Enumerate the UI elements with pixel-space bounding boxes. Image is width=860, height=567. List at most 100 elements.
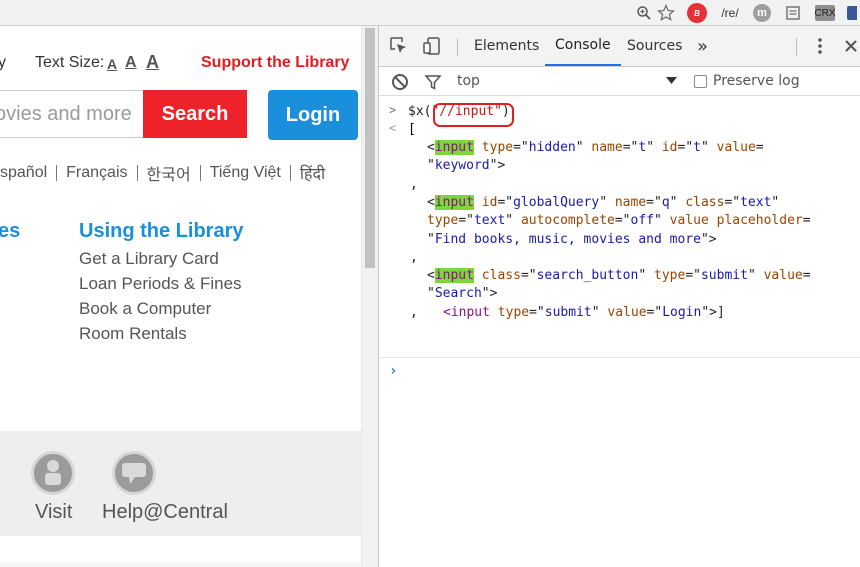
annotation-highlight xyxy=(433,103,514,127)
token-val: Search xyxy=(434,286,482,302)
token-attr: id xyxy=(473,194,498,210)
token-punct: " xyxy=(591,304,608,320)
result-node-0-line-1: "keyword"> xyxy=(427,157,505,175)
search-placeholder: ovies and more xyxy=(0,103,132,125)
token-punct: =" xyxy=(520,268,537,284)
link-book-computer[interactable]: Book a Computer xyxy=(79,299,211,319)
help-central-link[interactable]: Help@Central xyxy=(102,501,228,524)
more-tabs-icon[interactable]: » xyxy=(697,26,708,66)
section-heading-using-library[interactable]: Using the Library xyxy=(79,220,243,243)
token-val: search_button xyxy=(536,268,639,284)
device-toolbar-icon[interactable] xyxy=(422,36,442,56)
token-punct: < xyxy=(427,268,435,284)
token-val: submit xyxy=(700,268,748,284)
close-devtools-icon[interactable] xyxy=(843,36,859,56)
token-punct: " xyxy=(599,194,615,210)
divider xyxy=(289,165,291,181)
divider xyxy=(796,38,797,56)
search-input[interactable]: ovies and more xyxy=(0,90,143,138)
kebab-menu-icon[interactable] xyxy=(812,36,828,56)
result-node-1-line-2: "Find books, music, movies and more"> xyxy=(427,231,717,249)
extension-icon-m[interactable]: m xyxy=(753,4,771,22)
console-divider xyxy=(379,357,860,358)
token-attr: type xyxy=(489,304,530,320)
token-val: t xyxy=(693,140,701,155)
lang-spanish[interactable]: spañol xyxy=(0,164,47,182)
visit-link[interactable]: Visit xyxy=(35,501,72,524)
support-library-link[interactable]: Support the Library xyxy=(201,54,349,72)
token-attr: name xyxy=(614,194,647,210)
token-taghl: input xyxy=(434,140,474,155)
token-punct: " xyxy=(638,268,654,284)
chat-bubble-icon[interactable] xyxy=(112,451,156,495)
token-tag: < xyxy=(443,304,451,320)
token-attr: id xyxy=(661,140,678,155)
extension-icon-crx[interactable]: CRX xyxy=(814,5,836,21)
context-selector[interactable]: top xyxy=(457,73,480,89)
token-val: text xyxy=(740,194,772,210)
clear-console-icon[interactable] xyxy=(390,72,410,92)
scrollbar-thumb[interactable] xyxy=(365,28,375,268)
token-punct: = xyxy=(802,213,811,229)
lang-vietnamese[interactable]: Tiếng Việt xyxy=(210,164,281,182)
token-punct: " xyxy=(771,194,780,210)
token-punct: =" xyxy=(513,140,529,155)
token-punct: =" xyxy=(622,140,639,155)
text-size-medium[interactable]: A xyxy=(125,54,137,72)
link-library-card[interactable]: Get a Library Card xyxy=(79,249,219,269)
tab-sources[interactable]: Sources xyxy=(627,26,682,66)
result-separator: , xyxy=(410,304,418,320)
token-attr: autocomplete xyxy=(520,213,615,229)
token-punct: ] xyxy=(716,304,725,320)
token-attr: type xyxy=(654,268,686,284)
token-punct: =" xyxy=(724,194,741,210)
token-val: globalQuery xyxy=(513,194,600,210)
search-button[interactable]: Search xyxy=(143,90,247,138)
token-punct: =" xyxy=(458,213,474,229)
filter-icon[interactable] xyxy=(423,72,443,92)
token-tag: input xyxy=(450,304,490,320)
console-output: > $x("//input") < [ <input type="hidden"… xyxy=(379,97,860,567)
inspect-element-icon[interactable] xyxy=(389,36,409,56)
console-input-prompt[interactable]: › xyxy=(389,363,397,379)
token-val: text xyxy=(473,213,506,229)
partial-text: y xyxy=(0,54,6,71)
tab-console[interactable]: Console xyxy=(545,26,621,66)
result-separator: , xyxy=(410,249,418,265)
lang-french[interactable]: Français xyxy=(66,164,127,182)
text-size-small[interactable]: A xyxy=(107,56,117,72)
context-dropdown-icon[interactable] xyxy=(665,75,677,87)
zoom-icon[interactable] xyxy=(635,3,653,23)
tab-elements[interactable]: Elements xyxy=(474,26,539,66)
extension-icon-re[interactable]: /re/ xyxy=(718,3,742,23)
result-open-bracket: [ xyxy=(408,122,416,137)
lang-korean[interactable]: 한국어 xyxy=(147,161,191,185)
extension-icon-page[interactable] xyxy=(784,3,802,23)
section-heading-partial[interactable]: es xyxy=(0,220,20,243)
token-attr: class xyxy=(685,194,725,210)
token-punct: " xyxy=(427,158,435,174)
result-separator: , xyxy=(410,176,418,192)
login-button[interactable]: Login xyxy=(268,90,358,140)
lang-hindi[interactable]: हिंदी xyxy=(300,162,325,184)
console-filterbar: top Preserve log xyxy=(379,67,860,96)
result-node-1-line-1: type="text" autocomplete="off" value pla… xyxy=(427,212,811,230)
token-punct: " xyxy=(427,286,435,302)
text-size-large[interactable]: A xyxy=(146,52,159,73)
bookmark-star-icon[interactable] xyxy=(656,3,676,23)
extension-icon-red[interactable]: B xyxy=(687,3,707,23)
extension-icon-partial[interactable] xyxy=(845,3,859,23)
link-loan-periods[interactable]: Loan Periods & Fines xyxy=(79,274,242,294)
token-punct: " xyxy=(575,140,592,155)
token-val: t xyxy=(638,140,647,155)
result-node-2-line-1: "Search"> xyxy=(427,285,497,303)
token-punct: " xyxy=(669,194,686,210)
person-icon[interactable] xyxy=(31,451,75,495)
link-room-rentals[interactable]: Room Rentals xyxy=(79,324,187,344)
token-punct: " xyxy=(654,213,670,229)
token-punct: =" xyxy=(529,304,545,320)
result-arrow-icon: < xyxy=(389,121,397,135)
page-scrollbar[interactable] xyxy=(361,26,378,567)
preserve-log-checkbox[interactable] xyxy=(694,75,707,88)
token-punct: =" xyxy=(646,304,663,320)
